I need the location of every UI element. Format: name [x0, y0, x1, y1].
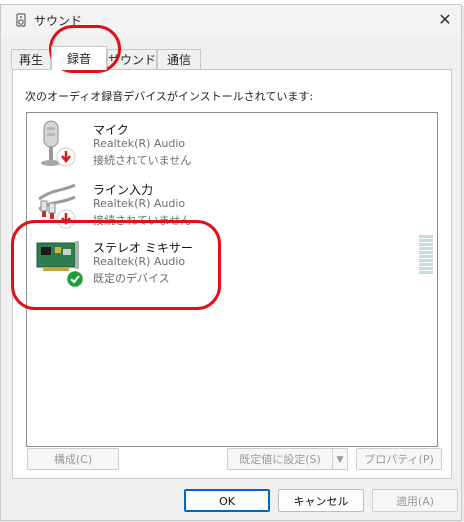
line-in-cable-icon — [38, 183, 76, 229]
close-button[interactable]: ✕ — [435, 10, 455, 30]
configure-button[interactable]: 構成(C) — [27, 448, 119, 470]
window-title: サウンド — [34, 14, 83, 28]
device-item-microphone[interactable]: マイク Realtek(R) Audio 接続されていません — [27, 119, 437, 179]
set-default-button[interactable]: 既定値に設定(S) — [227, 448, 333, 470]
apply-button[interactable]: 適用(A) — [372, 489, 458, 512]
device-name: ライン入力 — [93, 183, 154, 197]
cancel-button[interactable]: キャンセル — [278, 489, 364, 512]
device-status: 既定のデバイス — [93, 272, 170, 285]
device-item-stereo-mixer[interactable]: ステレオ ミキサー Realtek(R) Audio 既定のデバイス — [27, 235, 437, 297]
properties-button[interactable]: プロパティ(P) — [356, 448, 442, 470]
device-item-line-in[interactable]: ライン入力 Realtek(R) Audio 接続されていません — [27, 179, 437, 239]
disconnected-badge-icon — [56, 209, 76, 229]
tab-recording[interactable]: 録音 — [51, 46, 107, 70]
speaker-icon — [16, 13, 26, 27]
level-meter — [419, 235, 433, 275]
device-status: 接続されていません — [93, 214, 192, 227]
tab-sounds[interactable]: サウンド — [107, 49, 157, 69]
device-name: マイク — [93, 123, 129, 137]
disconnected-badge-icon — [56, 147, 76, 167]
device-status: 接続されていません — [93, 154, 192, 167]
device-list[interactable]: マイク Realtek(R) Audio 接続されていません ライン入力 Rea… — [26, 112, 438, 447]
sound-card-icon — [36, 241, 85, 289]
microphone-icon — [41, 120, 76, 167]
recording-tab-panel: 次のオーディオ録音デバイスがインストールされています: マイク Realtek(… — [12, 69, 452, 479]
device-name: ステレオ ミキサー — [93, 241, 193, 255]
tab-playback[interactable]: 再生 — [11, 49, 51, 69]
instructions-text: 次のオーディオ録音デバイスがインストールされています: — [25, 90, 314, 103]
default-check-badge-icon — [65, 269, 85, 289]
set-default-dropdown-button[interactable]: ▼ — [332, 448, 348, 470]
device-driver: Realtek(R) Audio — [93, 137, 186, 150]
tab-communications[interactable]: 通信 — [157, 49, 201, 69]
titlebar: サウンド ✕ — [1, 5, 461, 35]
device-driver: Realtek(R) Audio — [93, 255, 186, 268]
device-driver: Realtek(R) Audio — [93, 197, 186, 210]
sound-dialog: サウンド ✕ 再生 録音 サウンド 通信 次のオーディオ録音デバイスがインストー… — [0, 4, 462, 521]
ok-button[interactable]: OK — [184, 489, 270, 512]
